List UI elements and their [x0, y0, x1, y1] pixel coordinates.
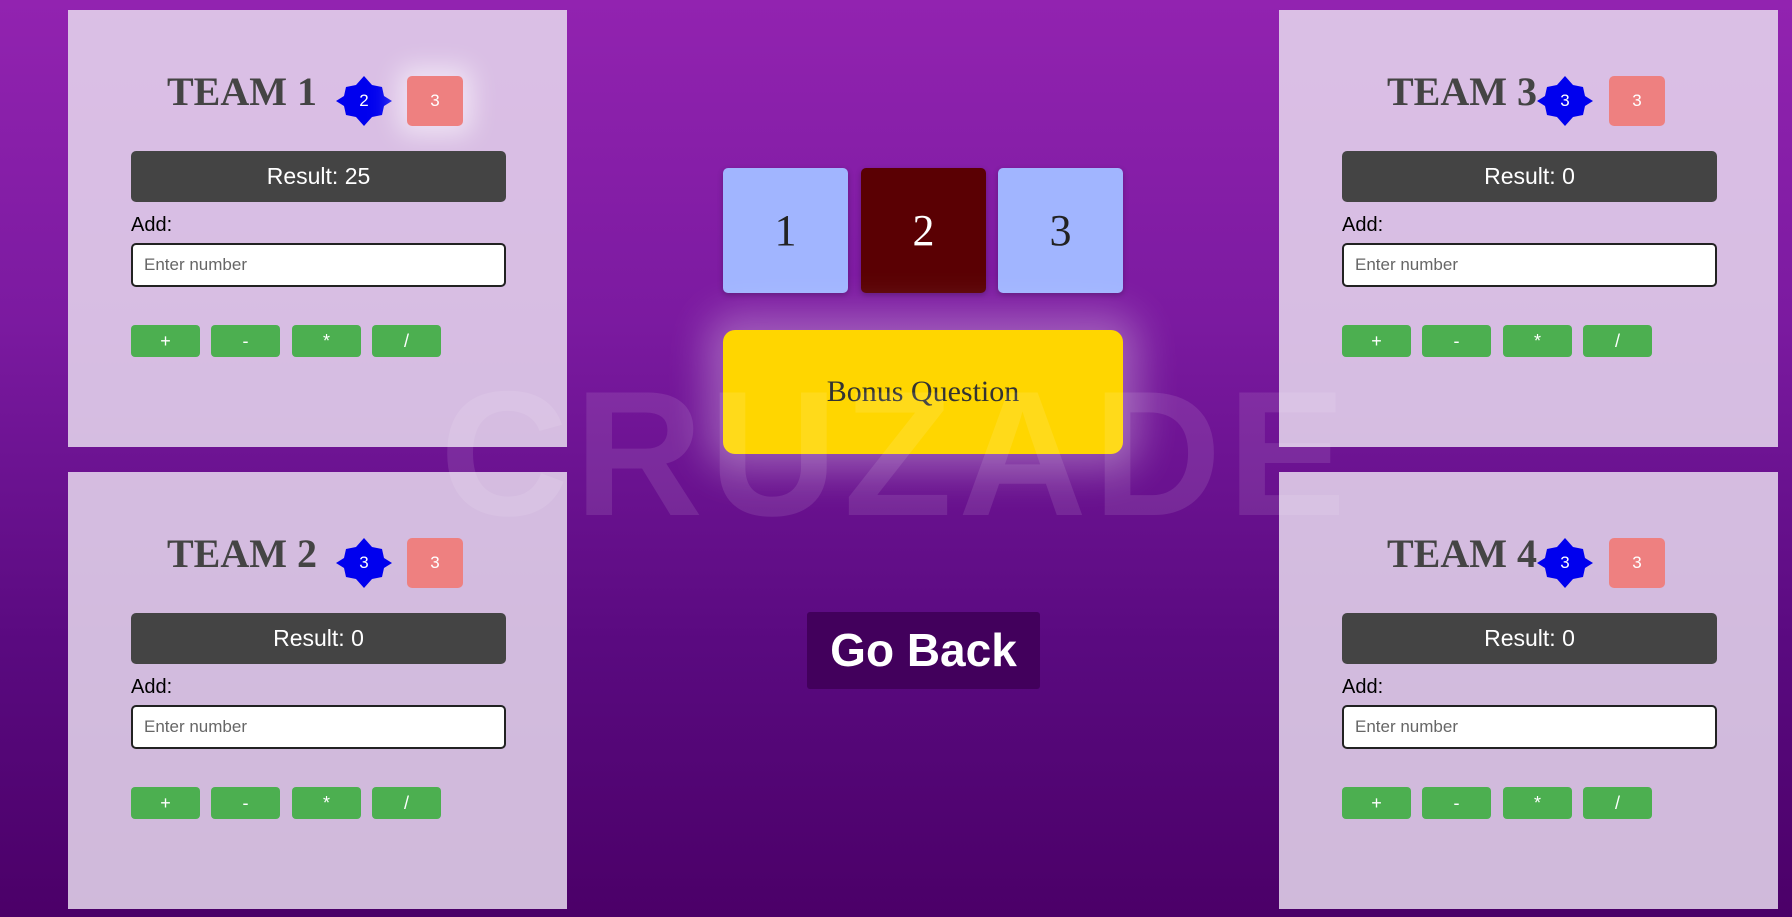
team-4-count-badge[interactable]: 3 [1609, 538, 1665, 588]
team-3-add-label: Add: [1342, 214, 1384, 236]
team-2-multiply-button[interactable]: * [292, 787, 361, 819]
team-2-star-value: 3 [359, 553, 369, 572]
team-3-multiply-button[interactable]: * [1503, 325, 1572, 357]
team-3-number-input[interactable] [1342, 243, 1717, 287]
team-4-number-input[interactable] [1342, 705, 1717, 749]
team-4-result: Result: 0 [1342, 613, 1717, 664]
question-box-1[interactable]: 1 [723, 168, 848, 293]
team-1-add-label: Add: [131, 214, 173, 236]
team-4-add-label: Add: [1342, 676, 1384, 698]
team-3-card: TEAM 3 3 3 Result: 0 Add: + - * / [1279, 10, 1778, 447]
team-2-subtract-button[interactable]: - [211, 787, 280, 819]
bonus-question-button[interactable]: Bonus Question [723, 330, 1123, 454]
team-3-divide-button[interactable]: / [1583, 325, 1652, 357]
team-1-number-input[interactable] [131, 243, 506, 287]
team-1-result: Result: 25 [131, 151, 506, 202]
team-4-card: TEAM 4 3 3 Result: 0 Add: + - * / [1279, 472, 1778, 909]
go-back-button[interactable]: Go Back [807, 612, 1040, 689]
star-badge-icon: 3 [1537, 538, 1593, 588]
star-badge-icon: 2 [336, 76, 392, 126]
team-2-add-label: Add: [131, 676, 173, 698]
team-4-divide-button[interactable]: / [1583, 787, 1652, 819]
question-box-2[interactable]: 2 [861, 168, 986, 293]
team-2-result: Result: 0 [131, 613, 506, 664]
team-4-title: TEAM 4 [1387, 531, 1537, 576]
team-2-number-input[interactable] [131, 705, 506, 749]
star-badge-icon: 3 [1537, 76, 1593, 126]
team-2-title: TEAM 2 [167, 531, 317, 576]
team-1-card: TEAM 1 2 3 Result: 25 Add: + - * / [68, 10, 567, 447]
team-2-divide-button[interactable]: / [372, 787, 441, 819]
team-1-title: TEAM 1 [167, 69, 317, 114]
team-3-subtract-button[interactable]: - [1422, 325, 1491, 357]
team-3-star-value: 3 [1560, 91, 1570, 110]
team-3-count-badge[interactable]: 3 [1609, 76, 1665, 126]
team-2-card: TEAM 2 3 3 Result: 0 Add: + - * / [68, 472, 567, 909]
team-4-star-value: 3 [1560, 553, 1570, 572]
team-1-count-badge[interactable]: 3 [407, 76, 463, 126]
team-2-count-badge[interactable]: 3 [407, 538, 463, 588]
team-3-result: Result: 0 [1342, 151, 1717, 202]
team-4-multiply-button[interactable]: * [1503, 787, 1572, 819]
question-box-3[interactable]: 3 [998, 168, 1123, 293]
team-1-divide-button[interactable]: / [372, 325, 441, 357]
team-4-add-button[interactable]: + [1342, 787, 1411, 819]
team-1-star-value: 2 [359, 91, 369, 110]
team-3-add-button[interactable]: + [1342, 325, 1411, 357]
team-3-title: TEAM 3 [1387, 69, 1537, 114]
team-1-multiply-button[interactable]: * [292, 325, 361, 357]
team-4-subtract-button[interactable]: - [1422, 787, 1491, 819]
team-1-subtract-button[interactable]: - [211, 325, 280, 357]
team-1-add-button[interactable]: + [131, 325, 200, 357]
team-2-add-button[interactable]: + [131, 787, 200, 819]
star-badge-icon: 3 [336, 538, 392, 588]
